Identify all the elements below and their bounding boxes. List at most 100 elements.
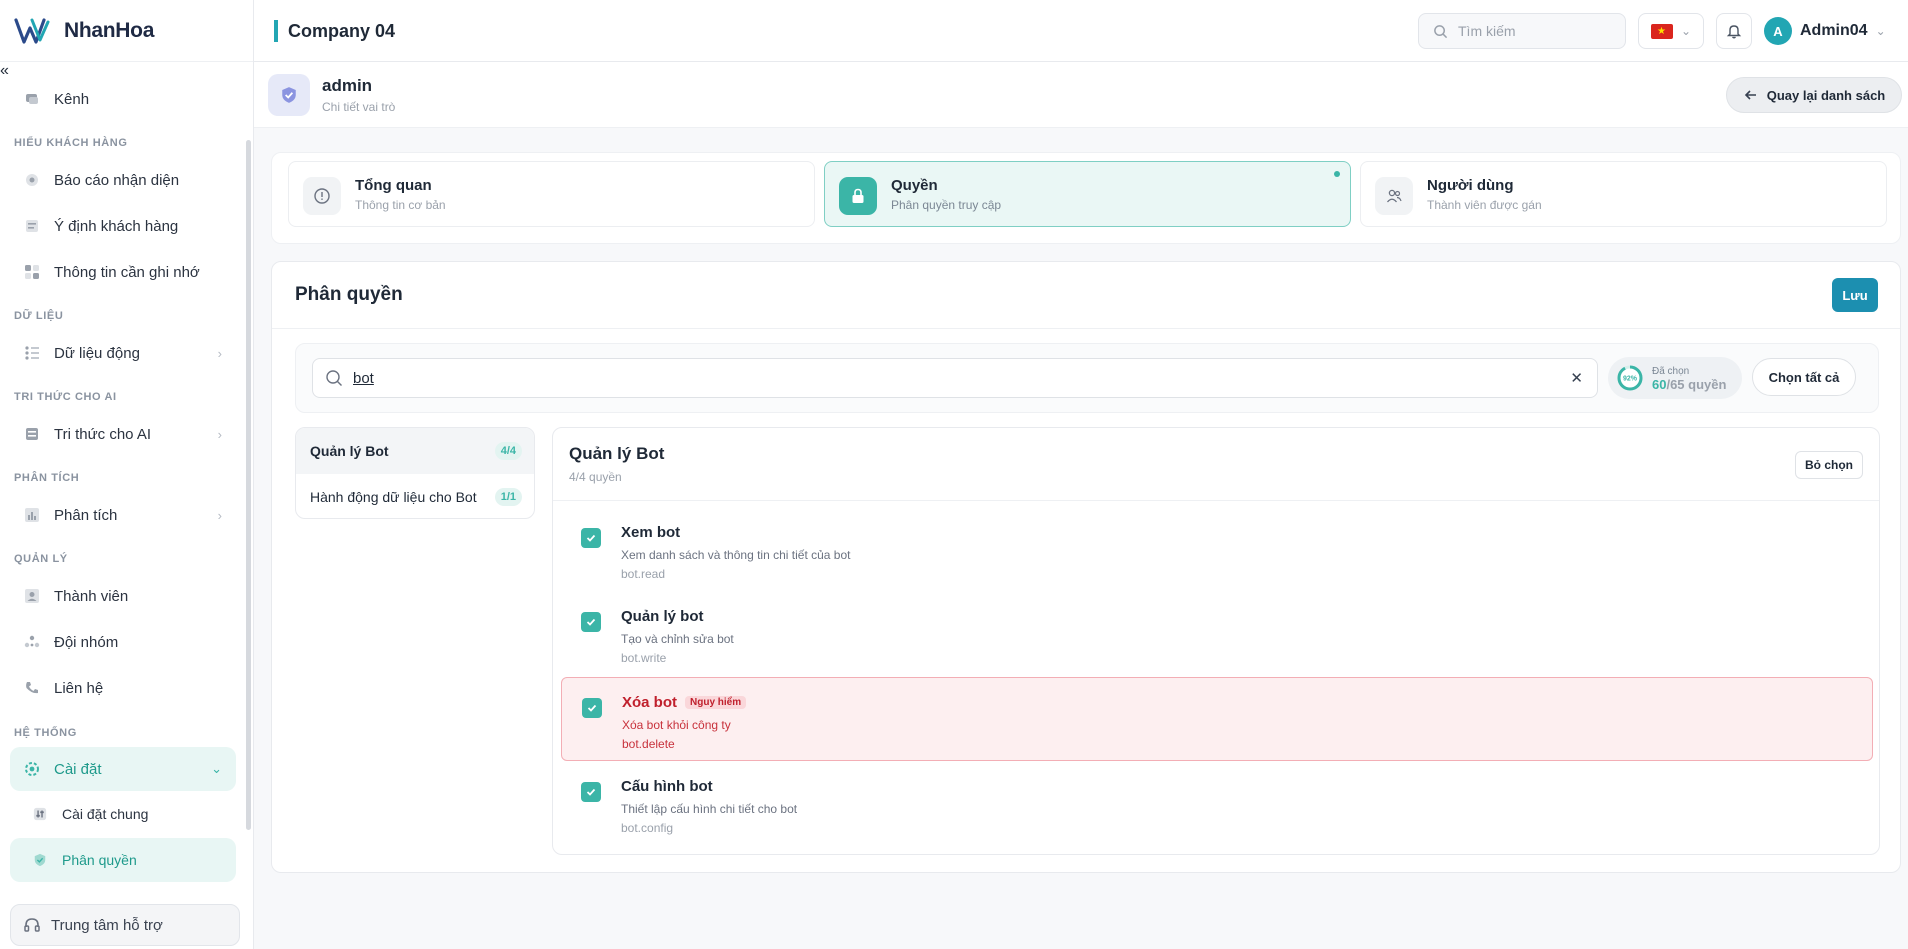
save-button[interactable]: Lưu xyxy=(1832,278,1878,312)
sidebar-item-bao-cao[interactable]: Báo cáo nhận diện xyxy=(10,158,236,202)
group-item-bot-management[interactable]: Quản lý Bot 4/4 xyxy=(296,428,534,474)
search-placeholder: Tìm kiếm xyxy=(1458,23,1516,39)
sidebar-item-doi-nhom[interactable]: Đội nhóm xyxy=(10,620,236,664)
section-label: TRI THỨC CHO AI xyxy=(14,391,117,403)
sidebar-item-cai-dat[interactable]: Cài đặt ⌄ xyxy=(10,747,236,791)
group-label: Hành động dữ liệu cho Bot xyxy=(310,489,477,505)
sidebar-item-du-lieu-dong[interactable]: Dữ liệu động › xyxy=(10,331,236,375)
permission-name: Xóa bot xyxy=(622,694,677,711)
permission-name: Cấu hình bot xyxy=(621,778,713,795)
permission-description: Xem danh sách và thông tin chi tiết của … xyxy=(621,548,851,562)
select-all-button[interactable]: Chọn tất cả xyxy=(1752,358,1856,396)
channel-icon xyxy=(24,91,40,107)
permission-name: Xem bot xyxy=(621,524,681,541)
global-search-input[interactable]: Tìm kiếm xyxy=(1418,13,1626,49)
report-icon xyxy=(24,172,40,188)
chevron-right-icon: › xyxy=(217,345,222,361)
permission-row[interactable]: Quản lý bot Tạo và chỉnh sửa bot bot.wri… xyxy=(561,592,1873,676)
sidebar-item-label: Thành viên xyxy=(54,587,129,605)
collapse-sidebar-icon[interactable]: « xyxy=(0,62,9,79)
sidebar-item-phan-quyen[interactable]: Phân quyền xyxy=(10,838,236,882)
permission-key: bot.read xyxy=(621,567,666,581)
sidebar-item-cai-dat-chung[interactable]: Cài đặt chung xyxy=(10,792,236,836)
user-menu[interactable]: A Admin04 ⌄ xyxy=(1764,13,1886,49)
check-icon xyxy=(587,704,597,712)
check-icon xyxy=(586,534,596,542)
tab-permissions[interactable]: Quyền Phân quyền truy cập xyxy=(824,161,1351,227)
brand[interactable]: NhanHoa xyxy=(0,0,253,62)
sidebar-item-label: Liên hệ xyxy=(54,679,104,697)
tab-users[interactable]: Người dùng Thành viên được gán xyxy=(1360,161,1887,227)
clear-search-icon[interactable]: ✕ xyxy=(1570,369,1583,387)
permission-row-danger[interactable]: Xóa bot Nguy hiểm Xóa bot khỏi công ty bo… xyxy=(561,677,1873,761)
sidebar-item-y-dinh[interactable]: Ý định khách hàng xyxy=(10,204,236,248)
total-count: /65 quyền xyxy=(1666,377,1727,392)
shield-check-icon xyxy=(282,87,296,103)
sidebar-scrollbar[interactable] xyxy=(246,140,251,830)
selected-count: 60 xyxy=(1652,377,1667,392)
role-name: admin xyxy=(322,76,373,95)
info-icon xyxy=(303,177,341,215)
checkbox-checked[interactable] xyxy=(581,612,601,632)
tab-label: Tổng quan xyxy=(355,177,432,194)
section-label: HỆ THỐNG xyxy=(14,727,77,739)
sidebar-item-thanh-vien[interactable]: Thành viên xyxy=(10,574,236,618)
language-selector[interactable]: ⌄ xyxy=(1638,13,1704,49)
permission-search-input[interactable]: bot ✕ xyxy=(312,358,1598,398)
sidebar-item-label: Kênh xyxy=(54,90,90,108)
sidebar-item-tri-thuc[interactable]: Tri thức cho AI › xyxy=(10,412,236,456)
sidebar-item-lien-he[interactable]: Liên hệ xyxy=(10,666,236,710)
search-icon xyxy=(325,369,343,387)
sidebar-item-thong-tin[interactable]: Thông tin cần ghi nhớ xyxy=(10,250,236,294)
sidebar-item-label: Dữ liệu động xyxy=(54,344,140,362)
section-label: QUẢN LÝ xyxy=(14,553,68,565)
user-name: Admin04 xyxy=(1800,22,1868,39)
sidebar-item-label: Đội nhóm xyxy=(54,633,119,651)
tab-overview[interactable]: Tổng quan Thông tin cơ bản xyxy=(288,161,815,227)
deselect-button[interactable]: Bỏ chọn xyxy=(1795,451,1863,479)
tab-subtitle: Phân quyền truy cập xyxy=(891,198,1002,212)
permission-row[interactable]: Xem bot Xem danh sách và thông tin chi t… xyxy=(561,508,1873,592)
check-icon xyxy=(586,618,596,626)
chevron-down-icon: ⌄ xyxy=(211,761,222,776)
section-label: HIỂU KHÁCH HÀNG xyxy=(14,137,128,149)
back-to-list-button[interactable]: Quay lại danh sách xyxy=(1726,77,1902,113)
section-label: DỮ LIỆU xyxy=(14,310,64,322)
permission-key: bot.config xyxy=(621,821,674,835)
team-icon xyxy=(24,634,40,650)
contact-icon xyxy=(24,680,40,696)
permission-row[interactable]: Cấu hình bot Thiết lập cấu hình chi tiết… xyxy=(561,762,1873,846)
back-label: Quay lại danh sách xyxy=(1766,87,1886,103)
sidebar-item-label: Báo cáo nhận diện xyxy=(54,171,180,189)
group-item-bot-data-actions[interactable]: Hành động dữ liệu cho Bot 1/1 xyxy=(296,474,534,518)
sidebar-item-label: Cài đặt chung xyxy=(62,806,149,822)
permission-name: Quản lý bot xyxy=(621,608,704,625)
chevron-right-icon: › xyxy=(217,507,222,523)
sidebar-item-label: Tri thức cho AI xyxy=(54,425,152,443)
sidebar-item-phan-tich[interactable]: Phân tích › xyxy=(10,493,236,537)
role-header: admin Chi tiết vai trò Quay lại danh sác… xyxy=(254,62,1908,128)
checkbox-checked[interactable] xyxy=(581,782,601,802)
notifications-button[interactable] xyxy=(1716,13,1752,49)
sidebar-item-label: Thông tin cần ghi nhớ xyxy=(54,263,200,281)
knowledge-icon xyxy=(24,426,40,442)
checkbox-checked[interactable] xyxy=(581,528,601,548)
selected-count-text: Đã chọn 60/65 quyền xyxy=(1652,365,1726,391)
permission-key: bot.delete xyxy=(622,737,675,751)
checkbox-checked[interactable] xyxy=(582,698,602,718)
group-count-badge: 1/1 xyxy=(494,488,522,506)
detail-subtitle: 4/4 quyền xyxy=(569,470,622,484)
divider xyxy=(553,500,1879,501)
sidebar-item-label: Cài đặt xyxy=(54,760,102,778)
permission-description: Tạo và chỉnh sửa bot xyxy=(621,632,734,646)
permission-description: Xóa bot khỏi công ty xyxy=(622,718,731,732)
divider xyxy=(272,328,1900,329)
memo-icon xyxy=(24,264,40,280)
help-center-button[interactable]: Trung tâm hỗ trợ xyxy=(10,904,240,946)
data-icon xyxy=(24,345,40,361)
sidebar-item-label: Phân quyền xyxy=(62,852,137,868)
sidebar-item-kenh[interactable]: Kênh xyxy=(10,77,236,121)
group-count-badge: 4/4 xyxy=(494,442,522,460)
role-subtitle: Chi tiết vai trò xyxy=(322,100,396,114)
vietnam-flag-icon xyxy=(1651,23,1673,39)
